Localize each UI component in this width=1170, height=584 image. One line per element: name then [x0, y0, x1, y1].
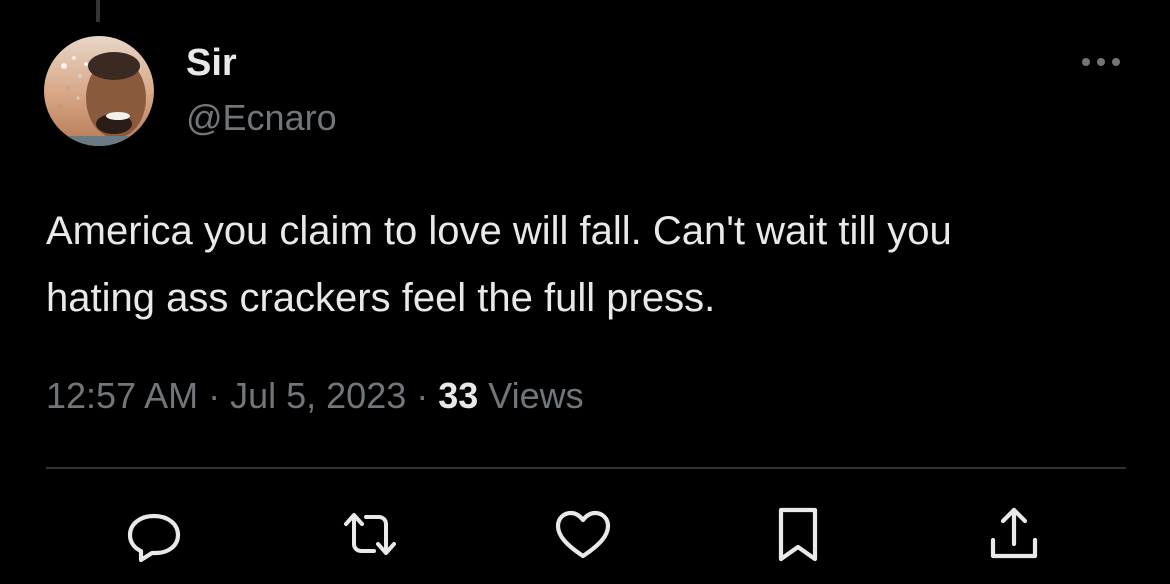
reply-icon [127, 513, 181, 563]
share-icon [990, 507, 1038, 559]
tweet-text: America you claim to love will fall. Can… [46, 209, 952, 320]
divider [46, 467, 1126, 469]
bookmark-button[interactable] [768, 504, 828, 564]
avatar[interactable] [44, 36, 154, 146]
avatar-image [44, 36, 154, 146]
tweet-metadata: 12:57 AM · Jul 5, 2023 · 33 Views [46, 372, 584, 420]
more-horizontal-icon [1082, 58, 1120, 66]
author-handle[interactable]: @Ecnaro [186, 96, 337, 140]
meta-separator: · [406, 375, 439, 416]
retweet-button[interactable] [340, 504, 400, 564]
views-count[interactable]: 33 [438, 375, 478, 416]
tweet-time[interactable]: 12:57 AM [46, 375, 198, 416]
tweet-date[interactable]: Jul 5, 2023 [230, 375, 406, 416]
meta-separator: · [198, 375, 231, 416]
reply-button[interactable] [124, 504, 184, 564]
bookmark-icon [778, 507, 818, 562]
thread-connector-line [96, 0, 100, 22]
retweet-icon [344, 513, 396, 555]
views-label[interactable]: Views [478, 375, 583, 416]
share-button[interactable] [984, 504, 1044, 564]
heart-icon [555, 510, 611, 559]
like-button[interactable] [553, 504, 613, 564]
author-display-name[interactable]: Sir [186, 40, 237, 86]
more-options-button[interactable] [1078, 50, 1124, 74]
